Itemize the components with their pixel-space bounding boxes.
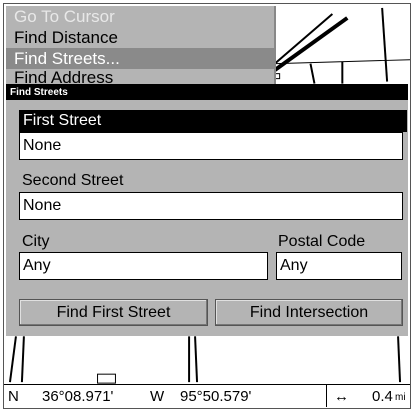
longitude-value: 95°50.579'	[180, 388, 252, 405]
find-first-street-button[interactable]: Find First Street	[19, 299, 208, 326]
second-street-input[interactable]: None	[19, 192, 403, 220]
map-road	[309, 63, 316, 84]
menu-item-find-streets[interactable]: Find Streets...	[6, 48, 274, 69]
find-menu: Go To Cursor Find Distance Find Streets.…	[6, 6, 276, 86]
dialog-title: Find Streets	[6, 86, 408, 100]
city-input[interactable]: Any	[19, 252, 268, 280]
find-streets-dialog: Find Streets First Street None Second St…	[6, 84, 408, 336]
postal-code-label: Postal Code	[278, 233, 366, 250]
map-road	[20, 336, 25, 383]
longitude-hemisphere: W	[150, 388, 165, 405]
map-road	[381, 7, 389, 82]
first-street-label: First Street	[19, 110, 407, 132]
latitude-value: 36°08.971'	[42, 388, 114, 405]
map-road	[8, 336, 17, 383]
menu-item-go-to-cursor[interactable]: Go To Cursor	[6, 6, 274, 27]
latitude-hemisphere: N	[8, 388, 19, 405]
map-road	[397, 336, 402, 383]
scale-value: 0.4	[372, 388, 393, 405]
first-street-input[interactable]: None	[19, 132, 403, 160]
menu-item-find-distance[interactable]: Find Distance	[6, 27, 274, 48]
postal-code-input[interactable]: Any	[276, 252, 402, 280]
gps-screen: Go To Cursor Find Distance Find Streets.…	[3, 3, 411, 409]
horizontal-double-arrow-icon: ↔	[334, 388, 349, 405]
second-street-label: Second Street	[22, 172, 124, 189]
map-poi-marker	[97, 373, 116, 384]
position-status-bar: N 36°08.971' W 95°50.579' ↔ 0.4 mi	[4, 384, 410, 407]
status-divider	[326, 385, 327, 407]
city-label: City	[22, 233, 50, 250]
map-road	[194, 336, 199, 383]
map-road	[274, 13, 334, 65]
find-intersection-button[interactable]: Find Intersection	[215, 299, 403, 326]
scale-unit: mi	[395, 392, 406, 403]
